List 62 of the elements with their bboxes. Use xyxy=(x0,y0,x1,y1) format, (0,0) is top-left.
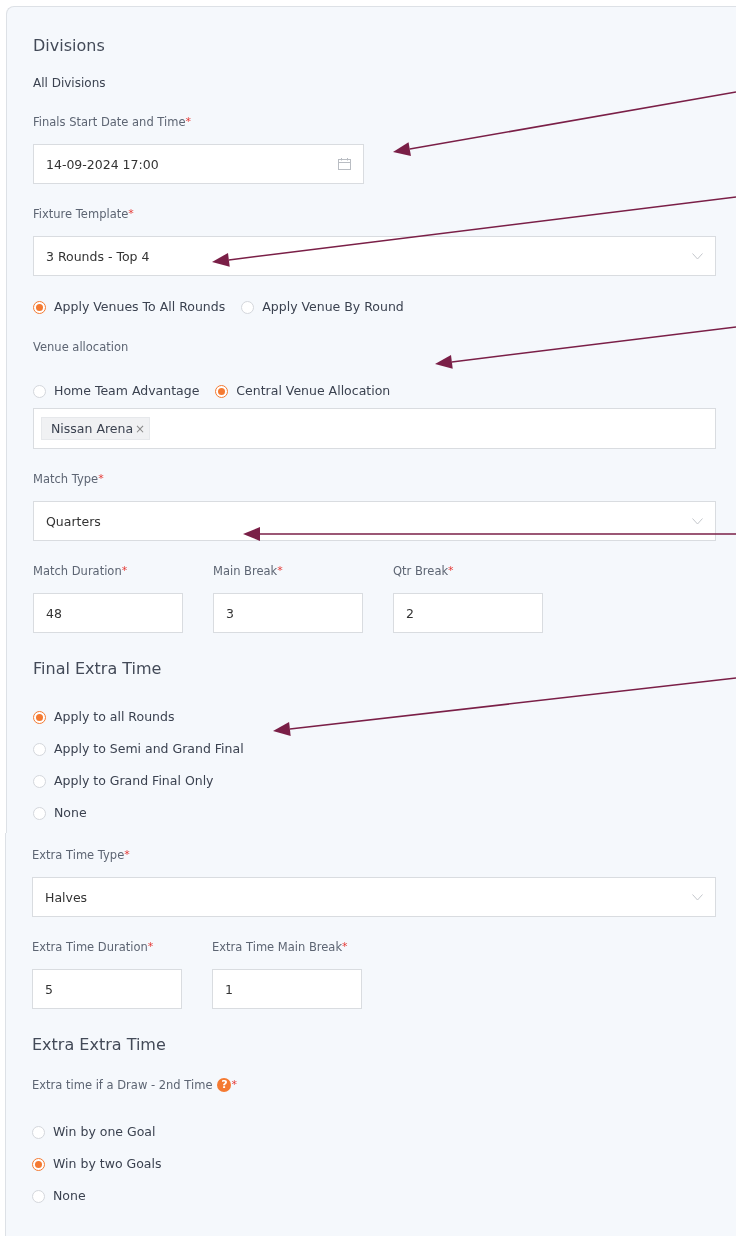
radio-label[interactable]: Apply Venues To All Rounds xyxy=(54,297,226,317)
radio-button[interactable] xyxy=(33,806,46,820)
required-mark: * xyxy=(147,939,154,955)
chevron-down-icon xyxy=(692,893,703,901)
date-field[interactable]: 14-09-2024 17:00 xyxy=(33,144,364,184)
section-heading: Final Extra Time xyxy=(33,659,163,679)
radio-label[interactable]: Home Team Advantage xyxy=(54,381,200,401)
radio-label[interactable]: Apply Venue By Round xyxy=(262,297,404,317)
radio-label[interactable]: Apply to Semi and Grand Final xyxy=(54,739,244,759)
required-mark: * xyxy=(98,471,104,485)
radio-label[interactable]: None xyxy=(54,803,87,823)
radio-label[interactable]: Central Venue Allocation xyxy=(236,381,391,401)
radio-label[interactable]: Win by two Goals xyxy=(53,1154,162,1174)
field-label: Qtr Break xyxy=(393,563,449,580)
section-heading: Divisions xyxy=(33,36,106,56)
radio-label[interactable]: Apply to all Rounds xyxy=(54,707,175,727)
chevron-down-icon xyxy=(692,517,703,525)
required-mark: * xyxy=(124,847,130,861)
number-field[interactable]: 5 xyxy=(32,969,182,1009)
field-label: Main Break xyxy=(213,563,278,580)
radio-button[interactable] xyxy=(33,742,46,756)
field-label: Extra Time Type xyxy=(32,847,125,864)
radio-button[interactable] xyxy=(32,1189,45,1203)
required-mark: * xyxy=(121,563,128,579)
field-label: Extra Time Main Break xyxy=(212,939,343,956)
field-label: Finals Start Date and Time xyxy=(33,114,186,131)
select-field[interactable]: 3 Rounds - Top 4 xyxy=(33,236,716,276)
required-mark: * xyxy=(342,939,348,955)
radio-button[interactable] xyxy=(33,300,46,314)
radio-button[interactable] xyxy=(32,1157,45,1171)
number-field[interactable]: 48 xyxy=(33,593,183,633)
calendar-icon xyxy=(338,158,351,170)
venue-tag: Nissan Arena × xyxy=(41,417,151,440)
radio-button[interactable] xyxy=(33,710,46,724)
radio-button[interactable] xyxy=(241,300,255,314)
number-field[interactable]: 2 xyxy=(393,593,543,633)
required-mark: * xyxy=(185,114,191,130)
radio-label[interactable]: None xyxy=(53,1186,86,1206)
radio-label[interactable]: Apply to Grand Final Only xyxy=(54,771,214,791)
radio-button[interactable] xyxy=(32,1125,45,1139)
required-mark: * xyxy=(277,563,283,579)
required-mark: * xyxy=(448,563,454,579)
field-label: Extra time if a Draw - 2nd Time xyxy=(32,1077,213,1094)
select-field[interactable]: Quarters xyxy=(33,501,716,541)
section-heading: Extra Extra Time xyxy=(32,1035,167,1055)
number-field[interactable]: 1 xyxy=(212,969,362,1009)
field-label: Match Type xyxy=(33,471,99,488)
radio-button[interactable] xyxy=(215,384,229,398)
field-label: Match Duration xyxy=(33,563,122,580)
field-label: Fixture Template xyxy=(33,206,129,223)
division-text: All Divisions xyxy=(33,75,107,92)
radio-label[interactable]: Win by one Goal xyxy=(53,1122,156,1142)
field-label: Extra Time Duration xyxy=(32,939,148,956)
radio-button[interactable] xyxy=(33,774,46,788)
required-mark: * xyxy=(231,1077,237,1093)
chevron-down-icon xyxy=(692,252,703,260)
number-field[interactable]: 3 xyxy=(213,593,363,633)
venue-field[interactable]: Nissan Arena × xyxy=(33,408,716,449)
select-field[interactable]: Halves xyxy=(32,877,716,917)
required-mark: * xyxy=(128,206,134,220)
field-label: Venue allocation xyxy=(33,339,129,356)
radio-button[interactable] xyxy=(33,384,46,398)
